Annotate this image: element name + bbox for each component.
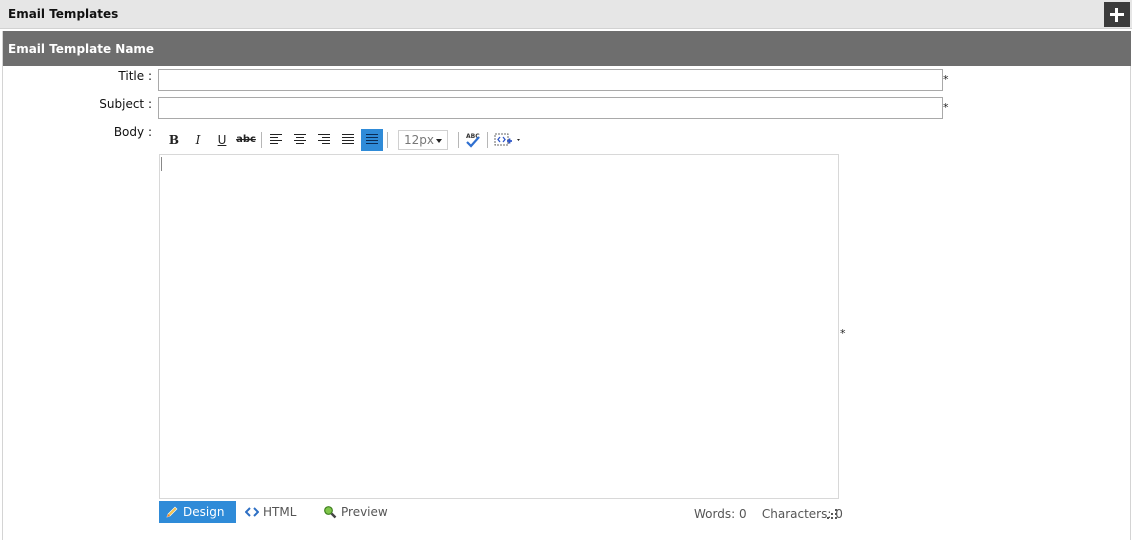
spellcheck-button[interactable]: ABC [462,129,484,151]
chevron-down-icon [436,139,442,143]
top-bar: Email Templates [0,0,1132,29]
title-label: Title : [118,69,152,83]
subject-input[interactable] [158,97,943,119]
underline-button[interactable]: U [211,129,233,151]
justify-icon [342,134,354,146]
spellcheck-icon: ABC [466,133,480,148]
italic-button[interactable]: I [187,129,209,151]
bold-button[interactable]: B [163,129,185,151]
word-count: 0 [738,507,747,521]
toolbar-separator [387,132,388,148]
align-right-icon [318,134,330,146]
font-size-select[interactable]: 12px [398,130,448,150]
align-center-icon [294,134,306,146]
strikethrough-button[interactable]: abc [235,129,257,151]
body-editor[interactable] [159,154,839,499]
toolbar-separator [261,132,262,148]
insert-snippet-button[interactable] [491,129,525,151]
title-required-mark: * [943,73,949,86]
align-left-button[interactable] [265,129,287,151]
subject-label: Subject : [99,97,152,111]
toolbar-separator [458,132,459,148]
body-required-mark: * [840,327,846,340]
code-icon [245,507,259,517]
toolbar-separator [487,132,488,148]
panel-header: Email Template Name [3,31,1131,66]
add-template-button[interactable] [1104,2,1130,27]
tab-preview[interactable]: Preview [317,501,397,523]
tab-html[interactable]: HTML [239,501,309,523]
subject-required-mark: * [943,101,949,114]
align-right-button[interactable] [313,129,335,151]
tab-design[interactable]: Design [159,501,236,523]
justify-button[interactable] [337,129,359,151]
magnifier-icon [324,506,337,519]
panel-title: Email Template Name [8,42,155,56]
body-label: Body : [113,125,152,139]
justify-full-icon [366,134,378,146]
insert-snippet-icon [494,133,520,146]
title-input[interactable] [158,69,943,91]
align-center-button[interactable] [289,129,311,151]
align-left-icon [270,134,282,146]
resize-grip-icon[interactable] [827,509,837,519]
page-title: Email Templates [8,7,119,21]
pencil-icon [166,506,178,518]
justify-full-button[interactable] [361,129,383,151]
word-char-count: Words: 0 Characters: 0 [694,507,843,521]
text-cursor [161,157,162,171]
